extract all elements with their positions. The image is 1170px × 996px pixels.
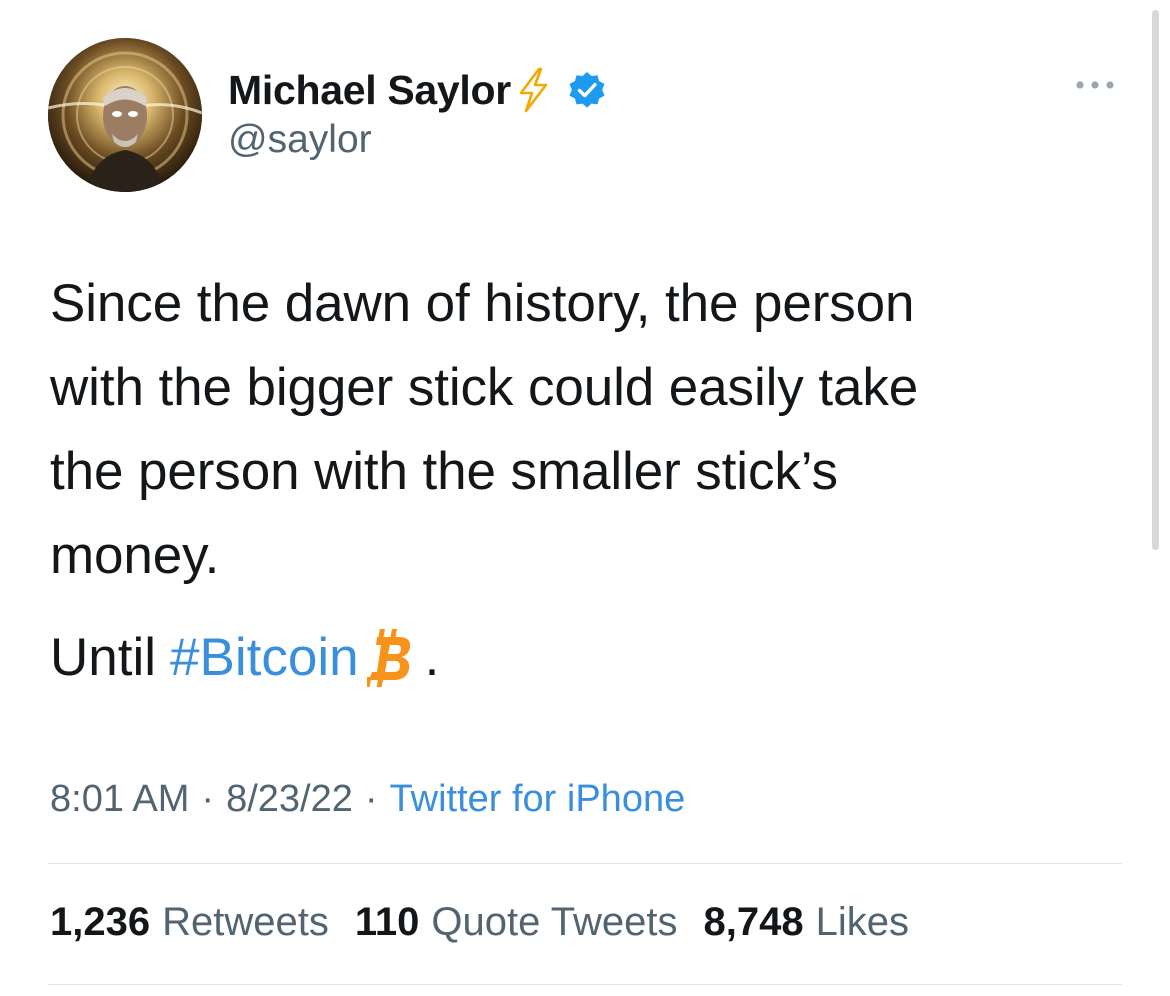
retweets-stat[interactable]: 1,236 Retweets xyxy=(50,900,329,945)
meta-separator: · xyxy=(201,778,215,820)
tweet-text-prefix: Until xyxy=(50,628,157,687)
author-display-name[interactable]: Michael Saylor xyxy=(228,67,511,114)
scrollbar[interactable] xyxy=(1152,10,1159,550)
author-name-row: Michael Saylor xyxy=(228,62,607,118)
tweet-text: Since the dawn of history, the person wi… xyxy=(50,262,1130,598)
tweet-time[interactable]: 8:01 AM xyxy=(50,778,189,821)
tweet-source-link[interactable]: Twitter for iPhone xyxy=(390,778,686,821)
tweet-detail: Michael Saylor @saylor Since the dawn of… xyxy=(0,0,1170,996)
tweet-text-second-paragraph: Until #Bitcoin . xyxy=(50,616,439,700)
author-handle[interactable]: @saylor xyxy=(228,118,372,162)
quote-tweets-stat[interactable]: 110 Quote Tweets xyxy=(355,900,678,945)
tweet-text-line: Since the dawn of history, the person xyxy=(50,274,915,333)
likes-label: Likes xyxy=(815,900,909,944)
avatar[interactable] xyxy=(48,38,202,192)
verified-icon[interactable] xyxy=(567,70,607,110)
quote-tweets-label: Quote Tweets xyxy=(431,900,678,944)
tweet-text-line: money. xyxy=(50,526,220,585)
tweet-text-suffix: . xyxy=(424,628,440,687)
tweet-meta: 8:01 AM · 8/23/22 · Twitter for iPhone xyxy=(50,778,685,821)
more-horizontal-icon[interactable] xyxy=(1070,70,1120,100)
divider xyxy=(48,984,1122,985)
likes-count: 8,748 xyxy=(703,900,804,944)
tweet-text-line: the person with the smaller stick’s xyxy=(50,442,838,501)
quote-tweets-count: 110 xyxy=(354,900,420,944)
avatar-photo xyxy=(48,38,202,192)
retweets-count: 1,236 xyxy=(50,900,151,944)
retweets-label: Retweets xyxy=(162,900,329,944)
divider xyxy=(48,863,1122,864)
lightning-icon xyxy=(513,65,553,115)
tweet-date[interactable]: 8/23/22 xyxy=(226,778,353,821)
hashtag-link[interactable]: #Bitcoin xyxy=(170,616,359,700)
tweet-stats: 1,236 Retweets 110 Quote Tweets 8,748 Li… xyxy=(50,900,935,945)
meta-separator: · xyxy=(364,778,378,820)
tweet-text-line: with the bigger stick could easily take xyxy=(50,358,919,417)
likes-stat[interactable]: 8,748 Likes xyxy=(703,900,909,945)
bitcoin-icon xyxy=(364,623,417,693)
